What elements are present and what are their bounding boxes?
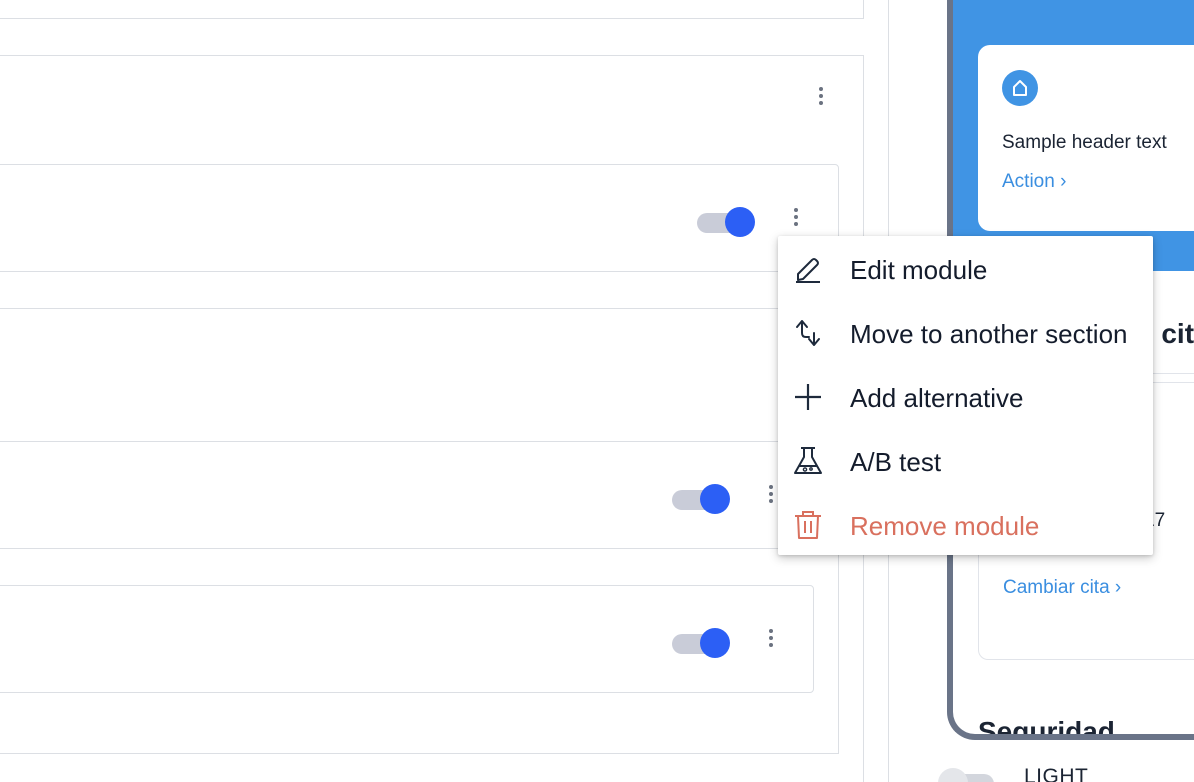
module-more-options-button[interactable] — [766, 626, 776, 650]
divider — [0, 441, 839, 442]
menu-item-label: Add alternative — [850, 382, 1024, 413]
menu-item-label: A/B test — [850, 446, 942, 477]
module-visibility-toggle[interactable] — [672, 480, 730, 514]
toggle-knob — [700, 484, 730, 514]
menu-item-add-alternative[interactable]: Add alternative — [778, 366, 1153, 430]
divider — [0, 753, 839, 754]
menu-item-label: Remove module — [850, 510, 1040, 541]
menu-item-label: Edit module — [850, 254, 988, 285]
section-more-options-button[interactable] — [816, 84, 826, 108]
menu-item-ab-test[interactable]: A/B test — [778, 430, 1153, 494]
security-section-title: Seguridad — [978, 716, 1115, 740]
home-icon — [1002, 70, 1038, 106]
theme-label: LIGHT — [1024, 765, 1089, 782]
divider — [0, 308, 839, 309]
change-appointment-link[interactable]: Cambiar cita › — [1003, 577, 1121, 599]
header-card-action-link[interactable]: Action › — [1002, 171, 1066, 193]
section-top-border — [0, 55, 864, 56]
module-more-options-button[interactable] — [766, 482, 776, 506]
pencil-icon — [796, 258, 820, 283]
move-arrows-icon — [796, 320, 820, 346]
menu-item-label: Move to another section — [850, 318, 1128, 349]
header-card-text: Sample header text — [1002, 132, 1167, 153]
module-more-options-button[interactable] — [791, 205, 801, 229]
module-context-menu: Edit module Move to another section Add … — [778, 236, 1153, 555]
menu-item-remove-module[interactable]: Remove module — [778, 494, 1153, 558]
toggle-knob — [700, 628, 730, 658]
divider — [0, 18, 864, 19]
divider — [863, 0, 864, 19]
theme-toggle[interactable] — [938, 768, 994, 782]
trash-icon — [795, 511, 821, 539]
preview-header: Sample header text Action › — [953, 0, 1194, 271]
flask-icon — [794, 447, 822, 474]
divider — [0, 548, 839, 549]
toggle-knob — [725, 207, 755, 237]
module-visibility-toggle[interactable] — [697, 203, 755, 237]
menu-item-move-section[interactable]: Move to another section — [778, 302, 1153, 366]
module-visibility-toggle[interactable] — [672, 624, 730, 658]
toggle-knob — [938, 768, 968, 782]
preview-header-card: Sample header text Action › — [978, 45, 1194, 231]
menu-item-edit-module[interactable]: Edit module — [778, 238, 1153, 302]
plus-icon — [795, 384, 821, 410]
